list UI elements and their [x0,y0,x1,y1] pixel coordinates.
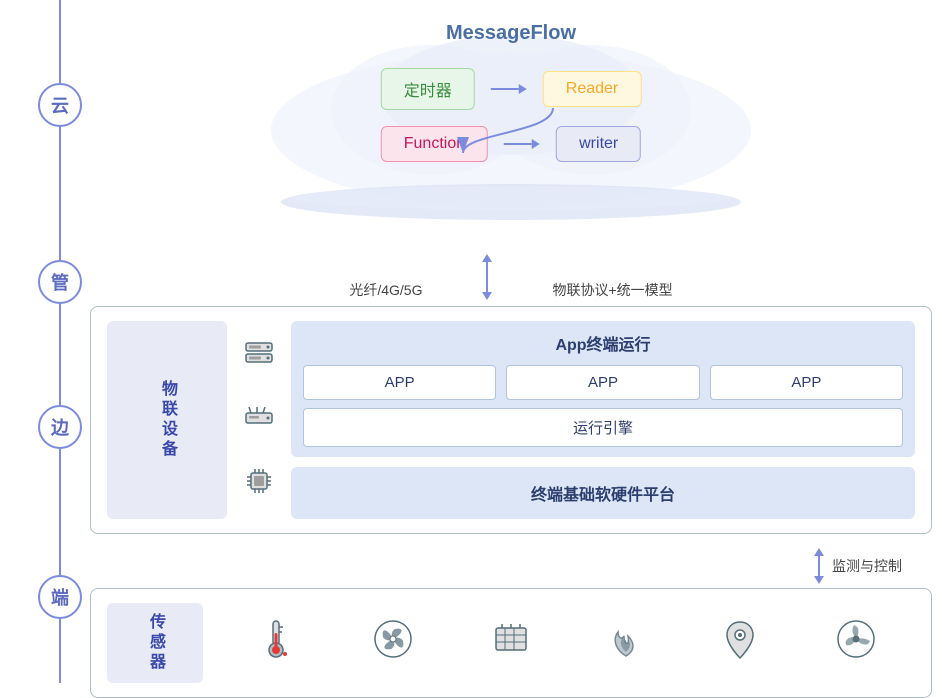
fan-icon [373,619,413,667]
runtime-box: 运行引擎 [303,408,903,447]
sensor-label: 传感器 [143,613,167,673]
arrow-v-line [486,262,488,292]
edge-section: 物联设备 [90,306,932,534]
app-box-2: APP [506,365,699,400]
timeline-node-bian: 边 [38,405,82,449]
device-icons-col [243,321,275,519]
main-content: MessageFlow 定时器 Reader Function writer [90,10,932,673]
location-icon [723,618,757,668]
device-label: 物联设备 [155,380,179,460]
thermometer-icon [258,617,294,669]
arrow-down-head [482,292,492,300]
device-label-col: 物联设备 [107,321,227,519]
timeline-node-guan: 管 [38,260,82,304]
arrow-up-head-2 [814,548,824,556]
connector-label-left: 光纤/4G/5G [349,280,422,300]
app-terminal-box: App终端运行 APP APP APP 运行引擎 [291,321,915,457]
propeller-icon [836,619,876,667]
arrow-up-head [482,254,492,262]
end-section: 传感器 [90,588,932,698]
chip-icon [245,467,273,502]
timeline-node-duan: 端 [38,575,82,619]
cloud-section: MessageFlow 定时器 Reader Function writer [90,10,932,240]
bottom-connector-row: 监测与控制 [90,544,932,588]
app-box-3: APP [710,365,903,400]
connector-label-right: 物联协议+统一模型 [552,280,672,300]
writer-node: writer [556,126,641,162]
arrow-timer-reader [491,84,527,94]
arrow-down-head-2 [814,576,824,584]
bottom-connector-label: 监测与控制 [832,556,902,576]
cloud-title: MessageFlow [446,22,576,45]
timeline: 云 管 边 端 [30,0,90,683]
app-runtime-col: App终端运行 APP APP APP 运行引擎 终端基础软硬件平台 [291,321,915,519]
sensor-icons-row [219,617,915,669]
app-terminal-title: App终端运行 [303,331,903,355]
hardware-box: 终端基础软硬件平台 [291,467,915,519]
circuit-icon [492,620,530,666]
diagonal-arrow [443,98,563,158]
server-icon [244,339,274,370]
flame-icon [608,618,644,668]
sensor-label-col: 传感器 [107,603,203,683]
vertical-arrow-bottom [814,548,824,584]
top-connector-row: 光纤/4G/5G 物联协议+统一模型 [90,250,932,306]
timeline-node-cloud: 云 [38,83,82,127]
router-icon [243,403,275,434]
app-box-1: APP [303,365,496,400]
app-row: APP APP APP [303,365,903,400]
vertical-arrow [482,254,492,300]
arrow-v-line-2 [818,556,820,576]
